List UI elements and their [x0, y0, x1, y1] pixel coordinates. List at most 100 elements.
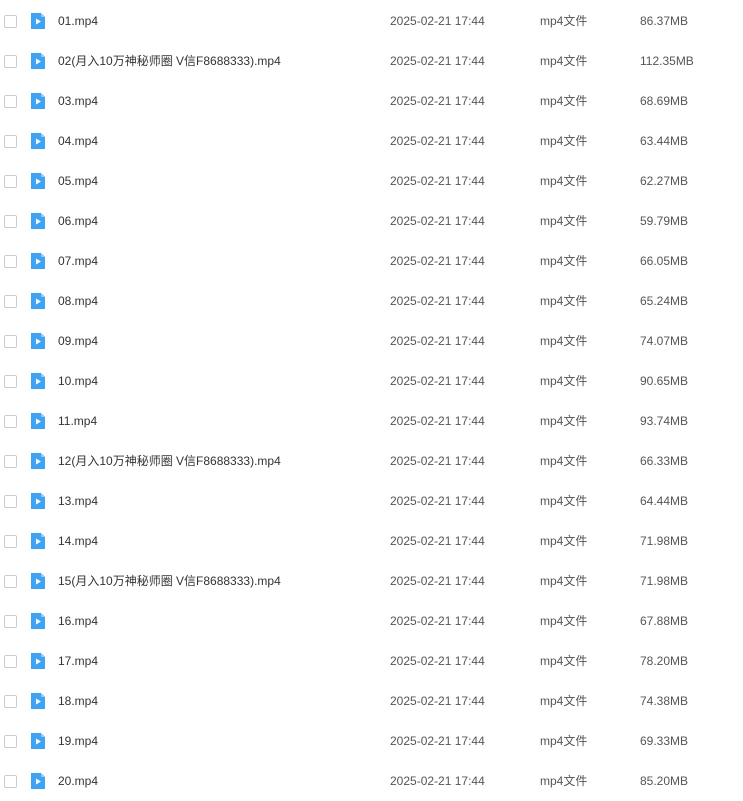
- modified-date: 2025-02-21 17:44: [390, 534, 485, 548]
- file-size: 86.37MB: [640, 14, 689, 28]
- file-name[interactable]: 14.mp4: [58, 533, 98, 549]
- file-name[interactable]: 07.mp4: [58, 253, 98, 269]
- file-name[interactable]: 12(月入10万神秘师圈 V信F8688333).mp4: [58, 453, 281, 469]
- video-file-icon: [29, 692, 47, 710]
- row-checkbox[interactable]: [4, 774, 17, 788]
- row-checkbox[interactable]: [4, 574, 17, 588]
- file-row[interactable]: 04.mp4 2025-02-21 17:44 mp4文件 63.44MB: [0, 121, 743, 161]
- video-file-icon: [29, 412, 47, 430]
- file-row[interactable]: 15(月入10万神秘师圈 V信F8688333).mp4 2025-02-21 1…: [0, 561, 743, 601]
- row-checkbox[interactable]: [4, 134, 17, 148]
- file-type: mp4文件: [540, 614, 588, 628]
- row-checkbox[interactable]: [4, 14, 17, 28]
- file-row[interactable]: 03.mp4 2025-02-21 17:44 mp4文件 68.69MB: [0, 81, 743, 121]
- file-row[interactable]: 18.mp4 2025-02-21 17:44 mp4文件 74.38MB: [0, 681, 743, 721]
- row-checkbox[interactable]: [4, 334, 17, 348]
- file-name[interactable]: 16.mp4: [58, 613, 98, 629]
- file-name[interactable]: 17.mp4: [58, 653, 98, 669]
- file-name[interactable]: 10.mp4: [58, 373, 98, 389]
- file-row[interactable]: 17.mp4 2025-02-21 17:44 mp4文件 78.20MB: [0, 641, 743, 681]
- file-type: mp4文件: [540, 174, 588, 188]
- file-row[interactable]: 06.mp4 2025-02-21 17:44 mp4文件 59.79MB: [0, 201, 743, 241]
- file-name[interactable]: 05.mp4: [58, 173, 98, 189]
- file-name[interactable]: 20.mp4: [58, 773, 98, 789]
- file-size: 93.74MB: [640, 414, 689, 428]
- file-row[interactable]: 01.mp4 2025-02-21 17:44 mp4文件 86.37MB: [0, 1, 743, 41]
- video-file-icon: [29, 532, 47, 550]
- video-file-icon: [29, 772, 47, 790]
- file-type: mp4文件: [540, 454, 588, 468]
- file-size: 74.38MB: [640, 694, 689, 708]
- file-row[interactable]: 19.mp4 2025-02-21 17:44 mp4文件 69.33MB: [0, 721, 743, 761]
- file-name[interactable]: 04.mp4: [58, 133, 98, 149]
- file-row[interactable]: 16.mp4 2025-02-21 17:44 mp4文件 67.88MB: [0, 601, 743, 641]
- row-checkbox[interactable]: [4, 294, 17, 308]
- video-file-icon: [29, 52, 47, 70]
- file-row[interactable]: 13.mp4 2025-02-21 17:44 mp4文件 64.44MB: [0, 481, 743, 521]
- row-checkbox[interactable]: [4, 414, 17, 428]
- file-row[interactable]: 12(月入10万神秘师圈 V信F8688333).mp4 2025-02-21 1…: [0, 441, 743, 481]
- modified-date: 2025-02-21 17:44: [390, 454, 485, 468]
- file-type: mp4文件: [540, 734, 588, 748]
- file-size: 64.44MB: [640, 494, 689, 508]
- file-row[interactable]: 02(月入10万神秘师圈 V信F8688333).mp4 2025-02-21 1…: [0, 41, 743, 81]
- file-name[interactable]: 06.mp4: [58, 213, 98, 229]
- modified-date: 2025-02-21 17:44: [390, 774, 485, 788]
- file-name[interactable]: 13.mp4: [58, 493, 98, 509]
- modified-date: 2025-02-21 17:44: [390, 14, 485, 28]
- file-row[interactable]: 11.mp4 2025-02-21 17:44 mp4文件 93.74MB: [0, 401, 743, 441]
- row-checkbox[interactable]: [4, 454, 17, 468]
- file-row[interactable]: 07.mp4 2025-02-21 17:44 mp4文件 66.05MB: [0, 241, 743, 281]
- row-checkbox[interactable]: [4, 94, 17, 108]
- row-checkbox[interactable]: [4, 254, 17, 268]
- row-checkbox[interactable]: [4, 734, 17, 748]
- file-size: 74.07MB: [640, 334, 689, 348]
- file-row[interactable]: 20.mp4 2025-02-21 17:44 mp4文件 85.20MB: [0, 761, 743, 801]
- modified-date: 2025-02-21 17:44: [390, 654, 485, 668]
- row-checkbox[interactable]: [4, 694, 17, 708]
- file-type: mp4文件: [540, 574, 588, 588]
- file-row[interactable]: 08.mp4 2025-02-21 17:44 mp4文件 65.24MB: [0, 281, 743, 321]
- modified-date: 2025-02-21 17:44: [390, 254, 485, 268]
- file-row[interactable]: 14.mp4 2025-02-21 17:44 mp4文件 71.98MB: [0, 521, 743, 561]
- file-type: mp4文件: [540, 134, 588, 148]
- file-type: mp4文件: [540, 294, 588, 308]
- file-type: mp4文件: [540, 494, 588, 508]
- file-size: 62.27MB: [640, 174, 689, 188]
- row-checkbox[interactable]: [4, 614, 17, 628]
- video-file-icon: [29, 212, 47, 230]
- file-type: mp4文件: [540, 14, 588, 28]
- file-row[interactable]: 10.mp4 2025-02-21 17:44 mp4文件 90.65MB: [0, 361, 743, 401]
- row-checkbox[interactable]: [4, 54, 17, 68]
- modified-date: 2025-02-21 17:44: [390, 414, 485, 428]
- file-size: 63.44MB: [640, 134, 689, 148]
- modified-date: 2025-02-21 17:44: [390, 54, 485, 68]
- file-name[interactable]: 18.mp4: [58, 693, 98, 709]
- row-checkbox[interactable]: [4, 534, 17, 548]
- file-name[interactable]: 08.mp4: [58, 293, 98, 309]
- video-file-icon: [29, 652, 47, 670]
- row-checkbox[interactable]: [4, 654, 17, 668]
- file-type: mp4文件: [540, 654, 588, 668]
- row-checkbox[interactable]: [4, 494, 17, 508]
- file-size: 85.20MB: [640, 774, 689, 788]
- modified-date: 2025-02-21 17:44: [390, 334, 485, 348]
- file-size: 59.79MB: [640, 214, 689, 228]
- video-file-icon: [29, 612, 47, 630]
- modified-date: 2025-02-21 17:44: [390, 214, 485, 228]
- file-name[interactable]: 03.mp4: [58, 93, 98, 109]
- file-name[interactable]: 11.mp4: [58, 413, 97, 429]
- file-size: 66.05MB: [640, 254, 689, 268]
- file-name[interactable]: 15(月入10万神秘师圈 V信F8688333).mp4: [58, 573, 281, 589]
- file-name[interactable]: 01.mp4: [58, 13, 98, 29]
- file-type: mp4文件: [540, 94, 588, 108]
- file-name[interactable]: 09.mp4: [58, 333, 98, 349]
- file-row[interactable]: 05.mp4 2025-02-21 17:44 mp4文件 62.27MB: [0, 161, 743, 201]
- file-row[interactable]: 09.mp4 2025-02-21 17:44 mp4文件 74.07MB: [0, 321, 743, 361]
- row-checkbox[interactable]: [4, 174, 17, 188]
- row-checkbox[interactable]: [4, 374, 17, 388]
- file-name[interactable]: 02(月入10万神秘师圈 V信F8688333).mp4: [58, 53, 281, 69]
- file-type: mp4文件: [540, 774, 588, 788]
- file-name[interactable]: 19.mp4: [58, 733, 98, 749]
- row-checkbox[interactable]: [4, 214, 17, 228]
